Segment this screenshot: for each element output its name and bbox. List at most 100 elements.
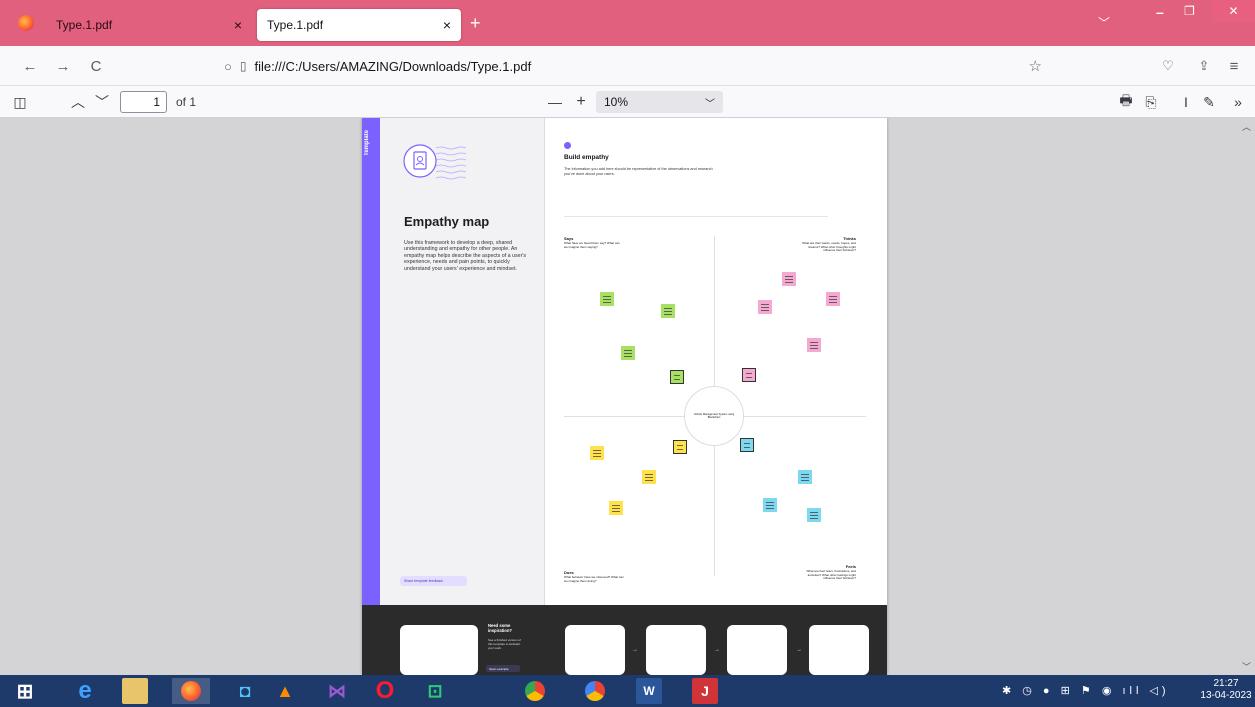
template-strip: Template — [362, 118, 380, 605]
firefox-taskbar-icon[interactable] — [172, 678, 210, 704]
tab-bar: Type.1.pdf × Type.1.pdf × + ﹀ – ❐ ✕ — [0, 0, 1255, 46]
tab-close-icon[interactable]: × — [234, 17, 242, 33]
tab-title: Type.1.pdf — [56, 18, 113, 32]
page-number-input[interactable]: 1 — [120, 91, 167, 113]
thinks-desc: What are their wants, needs, hopes, and … — [802, 241, 856, 253]
chevron-down-icon: ﹀ — [705, 98, 715, 110]
sticky-note-yellow — [609, 501, 623, 515]
inspiration-desc: See a finished version of this template … — [488, 638, 521, 650]
header-divider — [564, 216, 828, 217]
sticky-note-blue — [807, 508, 821, 522]
zoom-select[interactable]: 10% ﹀ — [596, 91, 723, 113]
internet-explorer-icon[interactable]: e — [72, 677, 98, 704]
page-description: Use this framework to develop a deep, sh… — [404, 240, 527, 272]
visual-studio-icon[interactable]: ⋈ — [324, 678, 350, 704]
intro-panel: Template Empathy map Use this framework … — [362, 118, 545, 605]
build-empathy-desc: The information you add here should be r… — [564, 167, 713, 176]
text-tool-icon[interactable]: I — [1178, 92, 1194, 112]
windows-start-icon[interactable]: ⊞ — [12, 678, 38, 704]
menu-icon[interactable]: ≡ — [1224, 56, 1244, 76]
minimize-button[interactable]: – — [1156, 4, 1164, 20]
previous-page-icon[interactable]: ︿ — [70, 92, 86, 112]
step-thumbnail — [646, 625, 706, 675]
sticky-note-green — [670, 370, 684, 384]
system-tray-icons[interactable]: ✱ ◷ ● ⊞ ⚑ ◉ ıll ◁) — [1002, 684, 1170, 697]
sticky-note-pink — [742, 368, 756, 382]
navigation-bar: ← → C ○ ▯ file:///C:/Users/AMAZING/Downl… — [0, 46, 1255, 86]
chrome-icon[interactable] — [522, 678, 548, 704]
more-tools-icon[interactable]: » — [1230, 92, 1246, 112]
sidebar-toggle-icon[interactable]: ◫ — [12, 92, 28, 112]
shield-icon[interactable]: ○ — [224, 59, 232, 74]
page-count: of 1 — [175, 95, 196, 109]
list-tabs-icon[interactable]: ﹀ — [1098, 14, 1110, 31]
sticky-note-green — [661, 304, 675, 318]
url-text[interactable]: file:///C:/Users/AMAZING/Downloads/Type.… — [254, 59, 531, 74]
zoom-out-button[interactable]: — — [546, 92, 564, 112]
sticky-note-green — [621, 346, 635, 360]
scroll-down-icon[interactable]: ﹀ — [1242, 660, 1251, 673]
examples-strip: Need some inspiration? See a finished ve… — [362, 605, 887, 675]
clock-time: 21:27 — [1213, 678, 1239, 689]
example-thumbnail[interactable] — [400, 625, 478, 675]
sticky-note-green — [600, 292, 614, 306]
new-tab-button[interactable]: + — [470, 13, 481, 34]
pdf-viewer[interactable]: Template Empathy map Use this framework … — [0, 118, 1255, 675]
back-button[interactable]: ← — [20, 56, 40, 76]
pocket-icon[interactable]: ♡ — [1158, 56, 1178, 76]
media-player-icon[interactable]: ◘ — [232, 678, 258, 704]
sticky-note-pink — [807, 338, 821, 352]
firefox-logo-icon[interactable] — [18, 15, 34, 31]
taskbar: ⊞ e ◘ ▲ ⋈ O ⊡ W J ✱ ◷ ● ⊞ ⚑ ◉ ıll ◁) 21:… — [0, 675, 1255, 707]
center-label: Vehicle Management System using Blockcha… — [693, 413, 735, 419]
zoom-value: 10% — [604, 95, 629, 109]
step-thumbnail — [565, 625, 625, 675]
sticky-note-yellow — [673, 440, 687, 454]
sticky-note-blue — [798, 470, 812, 484]
print-icon[interactable]: 🖶 — [1118, 92, 1134, 112]
next-page-icon[interactable]: ﹀ — [94, 92, 110, 112]
maximize-button[interactable]: ❐ — [1184, 4, 1195, 18]
open-example-button[interactable]: Open example — [486, 665, 520, 672]
zoom-in-button[interactable]: + — [572, 92, 590, 112]
clock[interactable]: 21:27 13-04-2023 — [1200, 678, 1252, 702]
center-circle: Vehicle Management System using Blockcha… — [684, 386, 744, 446]
draw-tool-icon[interactable]: ✎ — [1201, 92, 1217, 112]
file-explorer-icon[interactable] — [122, 678, 148, 704]
template-label: Template — [364, 130, 370, 156]
opera-icon[interactable]: O — [372, 677, 398, 704]
tab-pdf-2-active[interactable]: Type.1.pdf × — [257, 9, 461, 41]
url-bar[interactable]: ○ ▯ file:///C:/Users/AMAZING/Downloads/T… — [216, 51, 1054, 81]
close-window-button[interactable]: ✕ — [1212, 0, 1255, 22]
build-empathy-title: Build empathy — [564, 154, 609, 161]
forward-button[interactable]: → — [53, 56, 73, 76]
arrow-icon: → — [632, 647, 638, 653]
empathy-icon — [403, 144, 467, 180]
tab-pdf-1[interactable]: Type.1.pdf × — [46, 9, 252, 41]
sticky-note-yellow — [590, 446, 604, 460]
sticky-note-yellow — [642, 470, 656, 484]
clock-date: 13-04-2023 — [1200, 690, 1252, 701]
save-icon[interactable]: ⎘ — [1143, 92, 1159, 112]
step-badge — [564, 142, 571, 149]
pdf-page: Template Empathy map Use this framework … — [362, 118, 887, 675]
vertical-scrollbar[interactable]: ︿ ﹀ — [1239, 118, 1255, 675]
share-feedback-button[interactable]: Share template feedback — [400, 576, 467, 586]
chrome-canary-icon[interactable] — [582, 678, 608, 704]
arrow-icon: → — [796, 647, 802, 653]
page-icon[interactable]: ▯ — [240, 59, 247, 73]
bookmark-star-icon[interactable]: ☆ — [1029, 57, 1042, 75]
scroll-up-icon[interactable]: ︿ — [1242, 120, 1251, 133]
reload-button[interactable]: C — [86, 56, 106, 76]
sticky-note-blue — [740, 438, 754, 452]
step-thumbnail — [727, 625, 787, 675]
store-icon[interactable]: ⊡ — [422, 678, 448, 704]
word-icon[interactable]: W — [636, 678, 662, 704]
inspiration-title: Need some inspiration? — [488, 623, 512, 633]
adobe-icon[interactable]: J — [692, 678, 718, 704]
vlc-icon[interactable]: ▲ — [272, 678, 298, 704]
sticky-note-pink — [826, 292, 840, 306]
step-thumbnail — [809, 625, 869, 675]
share-icon[interactable]: ⇪ — [1194, 56, 1214, 76]
tab-close-icon[interactable]: × — [443, 17, 451, 33]
